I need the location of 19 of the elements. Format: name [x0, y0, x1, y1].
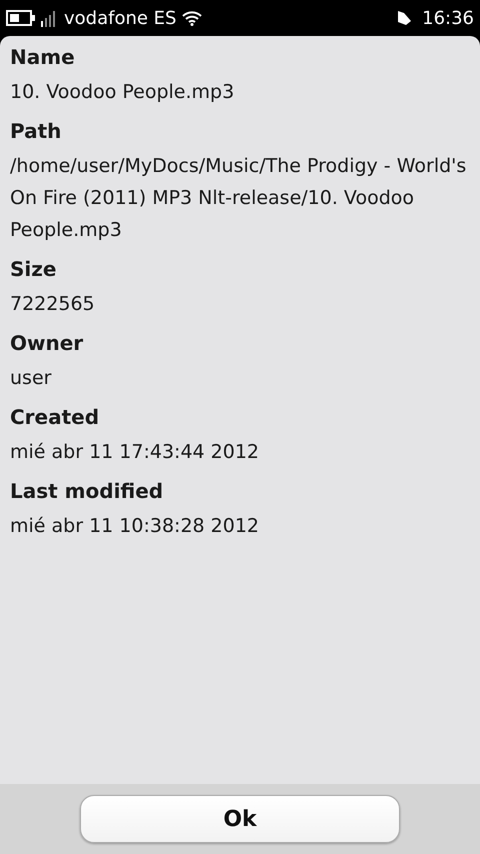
clock-time: 16:36	[422, 8, 474, 28]
battery-icon	[6, 10, 36, 26]
signal-icon	[40, 9, 58, 27]
field-label: Path	[10, 118, 62, 145]
ok-button[interactable]: Ok	[80, 795, 400, 843]
notification-icon	[396, 10, 412, 26]
field-value: user	[10, 366, 52, 391]
field-label: Last modified	[10, 478, 164, 505]
field-value: mié abr 11 17:43:44 2012	[10, 440, 260, 465]
field-value: /home/user/MyDocs/Music/The Prodigy - World's On Fire (2011) MP3 Nlt-release/10. Voodoo People.mp3	[10, 154, 468, 243]
field-label: Created	[10, 404, 100, 431]
carrier-name: vodafone ES	[64, 8, 176, 28]
field-label: Name	[10, 44, 76, 71]
field-value: 10. Voodoo People.mp3	[10, 80, 236, 105]
wifi-icon	[182, 10, 202, 26]
field-value: mié abr 11 10:38:28 2012	[10, 514, 260, 539]
field-label: Owner	[10, 330, 84, 357]
field-label: Size	[10, 256, 58, 283]
field-value: 7222565	[10, 292, 96, 317]
